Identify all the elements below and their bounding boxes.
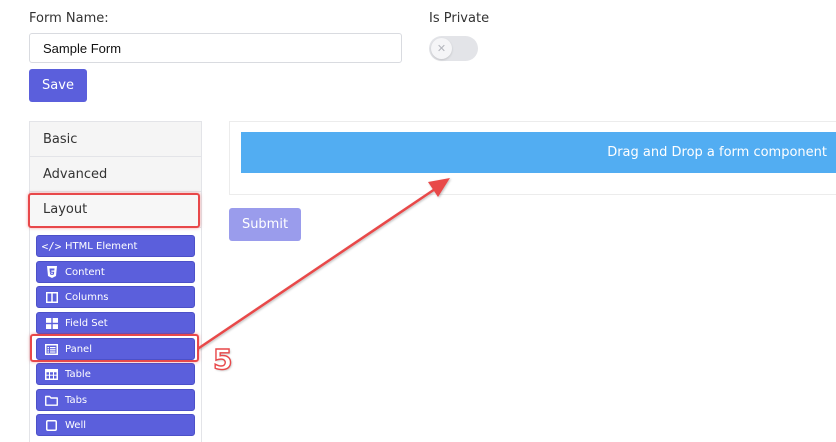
step-number: 5 [212,342,233,376]
annotation-arrow [197,178,450,350]
